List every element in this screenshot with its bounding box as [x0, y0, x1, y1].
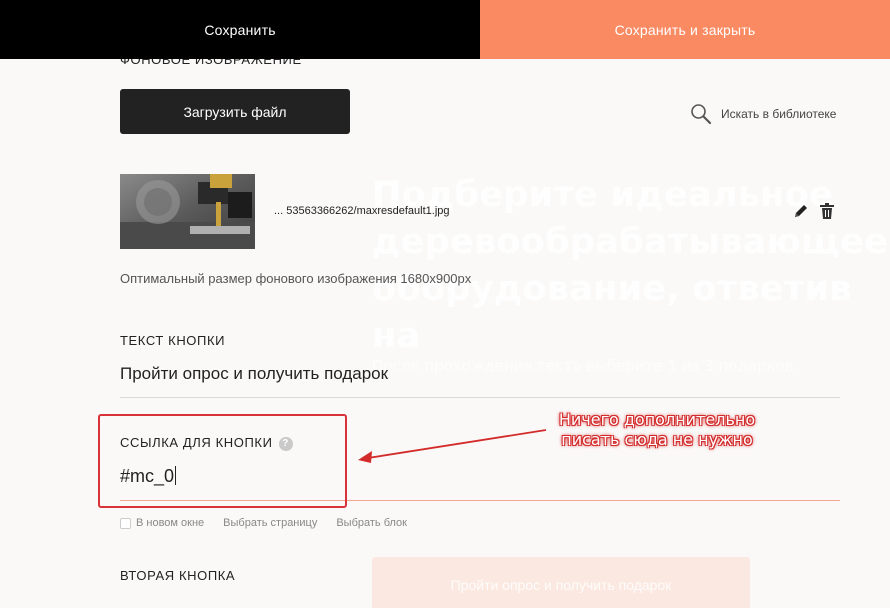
- second-button-label: Вторая кнопка: [120, 568, 236, 583]
- bg-image-filename: ... 53563366262/maxresdefault1.jpg: [274, 205, 450, 217]
- annotation-note: Ничего дополнительно писать сюда не нужн…: [558, 410, 756, 449]
- delete-image-button[interactable]: [820, 203, 834, 224]
- choose-page-link[interactable]: Выбрать страницу: [223, 517, 317, 529]
- new-window-checkbox[interactable]: [120, 517, 131, 529]
- search-library-link[interactable]: Искать в библиотеке: [690, 103, 836, 125]
- save-button[interactable]: Сохранить: [0, 0, 480, 59]
- new-window-label[interactable]: В новом окне: [136, 517, 204, 529]
- background-cta-button: Пройти опрос и получить подарок: [372, 557, 750, 608]
- background-hero-title: Подберите идеальное деревообрабатывающее…: [372, 175, 889, 356]
- search-library-label: Искать в библиотеке: [721, 107, 837, 121]
- bg-image-thumbnail: [120, 174, 255, 249]
- button-text-label: Текст кнопки: [120, 333, 226, 348]
- save-and-close-button[interactable]: Сохранить и закрыть: [480, 0, 890, 59]
- edit-image-button[interactable]: [793, 203, 809, 224]
- choose-block-link[interactable]: Выбрать блок: [336, 517, 407, 529]
- button-text-input[interactable]: Пройти опрос и получить подарок: [120, 364, 388, 384]
- magnifier-icon: [691, 104, 712, 125]
- top-toolbar: Сохранить Сохранить и закрыть: [0, 0, 890, 59]
- pencil-icon: [795, 205, 807, 217]
- link-options: В новом окне Выбрать страницу Выбрать бл…: [120, 517, 407, 529]
- upload-file-button[interactable]: Загрузить файл: [120, 89, 350, 134]
- button-text-underline: [120, 397, 840, 398]
- annotation-highlight-box: [98, 414, 347, 508]
- bg-image-size-hint: Оптимальный размер фонового изображения …: [120, 271, 472, 286]
- trash-icon: [820, 203, 834, 219]
- background-subtitle: После прохождения теста выберите 1 из 3 …: [372, 357, 794, 375]
